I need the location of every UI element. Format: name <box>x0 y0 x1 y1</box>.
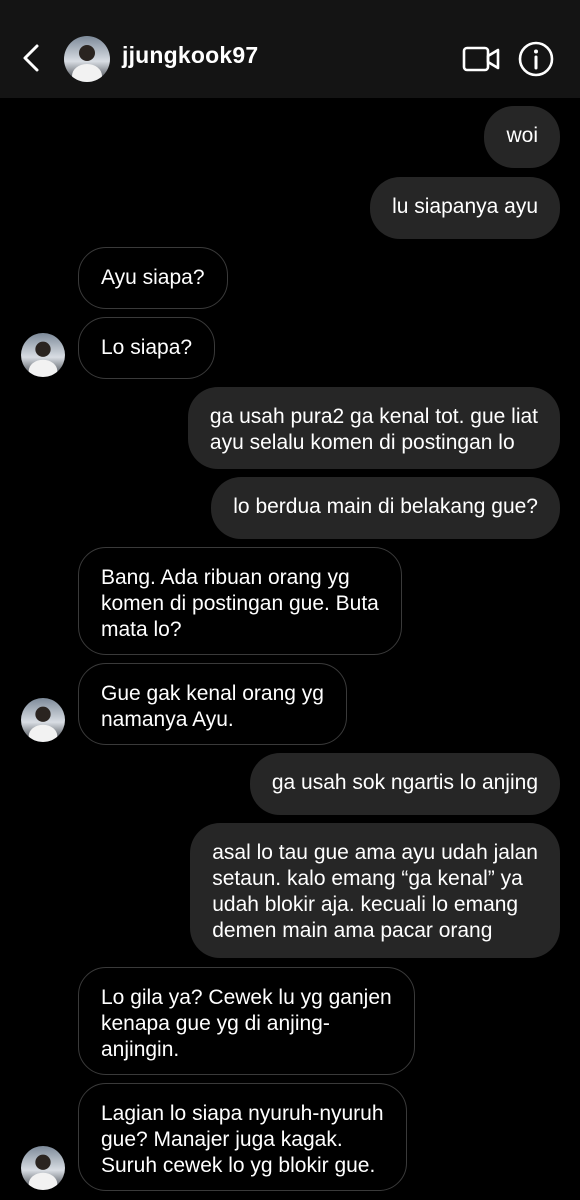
message-incoming[interactable]: Lagian lo siapa nyuruh-nyuruh gue? Manaj… <box>78 1083 407 1191</box>
info-icon <box>518 41 554 77</box>
video-camera-icon <box>462 46 500 72</box>
profile-photo <box>28 706 58 742</box>
message-incoming[interactable]: Gue gak kenal orang yg namanya Ayu. <box>78 663 347 745</box>
info-button[interactable] <box>517 40 555 78</box>
profile-photo <box>28 1154 58 1190</box>
message-incoming[interactable]: Lo siapa? <box>78 317 216 379</box>
message-outgoing[interactable]: ga usah sok ngartis lo anjing <box>249 753 560 815</box>
chevron-left-icon <box>23 44 39 72</box>
avatar[interactable] <box>21 333 65 377</box>
avatar[interactable] <box>21 698 65 742</box>
avatar[interactable] <box>64 36 110 82</box>
message-outgoing[interactable]: ga usah pura2 ga kenal tot. gue liat ayu… <box>187 387 560 469</box>
message-outgoing[interactable]: lu siapanya ayu <box>370 177 560 239</box>
back-button[interactable] <box>14 38 50 78</box>
message-incoming[interactable]: Bang. Ada ribuan orang yg komen di posti… <box>78 547 402 655</box>
message-incoming[interactable]: Ayu siapa? <box>78 247 228 309</box>
chat-username[interactable]: jjungkook97 <box>122 42 258 69</box>
video-call-button[interactable] <box>462 42 500 76</box>
message-incoming[interactable]: Lo gila ya? Cewek lu yg ganjen kenapa gu… <box>78 967 415 1075</box>
message-outgoing[interactable]: lo berdua main di belakang gue? <box>211 477 560 539</box>
profile-photo <box>72 45 102 82</box>
profile-photo <box>28 341 58 377</box>
avatar[interactable] <box>21 1146 65 1190</box>
message-outgoing[interactable]: woi <box>484 106 560 168</box>
message-outgoing[interactable]: asal lo tau gue ama ayu udah jalan setau… <box>190 823 560 958</box>
chat-header: jjungkook97 <box>0 0 580 98</box>
